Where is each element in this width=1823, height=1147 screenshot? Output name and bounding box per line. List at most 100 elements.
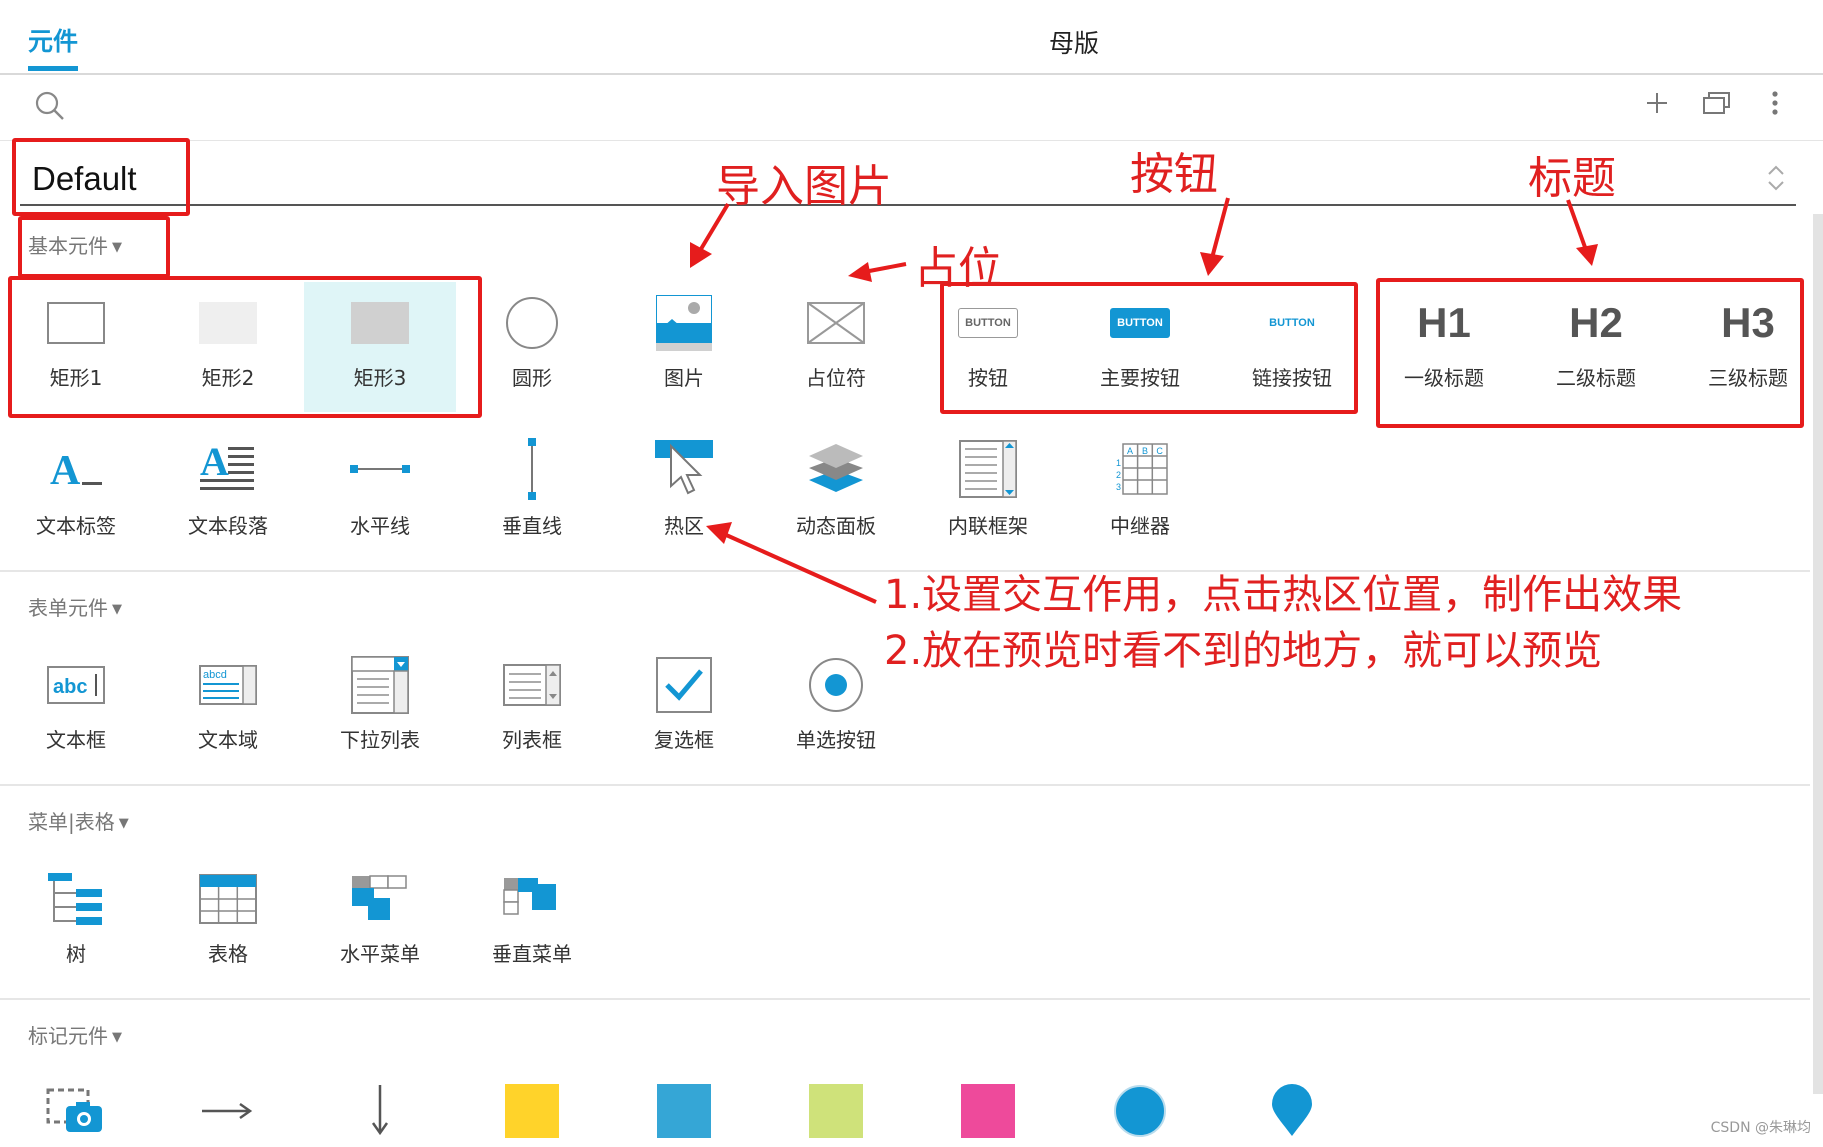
snapshot-icon [0,1076,152,1146]
widget-tree[interactable]: 树 [0,858,152,988]
widget-text-paragraph[interactable]: A 文本段落 [152,430,304,560]
tab-active-indicator [28,66,78,71]
widget-horizontal-menu[interactable]: 水平菜单 [304,858,456,988]
annotation-placeholder: 占位 [914,243,1002,294]
widget-placeholder[interactable]: 占位符 [760,282,912,412]
section-menu-table-widgets[interactable]: 菜单|表格 ▼ [28,806,129,835]
tab-masters[interactable]: 母版 [1049,24,1099,60]
widget-label: 下拉列表 [340,728,420,752]
text-label-icon: A [0,434,152,504]
widget-sticky-blue[interactable] [608,1070,760,1140]
annotation-button: 按钮 [1130,149,1218,200]
widget-sticky-green[interactable] [760,1070,912,1140]
annotation-box-buttons [940,282,1358,414]
arrow-right-icon [152,1076,304,1146]
section-divider [0,784,1810,786]
add-icon[interactable] [1644,90,1670,120]
annotation-box-rectangles [8,276,482,418]
widget-dropdown[interactable]: 下拉列表 [304,644,456,774]
widget-label: 占位符 [806,366,866,390]
widget-vertical-menu[interactable]: 垂直菜单 [456,858,608,988]
widget-dynamic-panel[interactable]: 动态面板 [760,430,912,560]
horizontal-line-icon [304,434,456,504]
sticky-note-icon [912,1076,1064,1146]
widget-connector-vertical[interactable] [304,1070,456,1140]
placeholder-icon [760,288,912,358]
layers-icon [760,434,912,504]
text-field-icon-text: abc [53,676,87,698]
chevron-up-down-icon[interactable] [1766,162,1786,198]
more-options-icon[interactable] [1770,90,1780,120]
widget-list-box[interactable]: 列表框 [456,644,608,774]
tab-widgets[interactable]: 元件 [28,22,78,58]
widget-label: 文本段落 [188,514,268,538]
annotation-import-image: 导入图片 [716,161,892,212]
annotation-box-library [12,138,190,216]
widget-label: 复选框 [654,728,714,752]
inline-frame-icon [912,434,1064,504]
text-area-icon-text: abcd [203,669,227,681]
widget-marker-pin[interactable] [1216,1070,1368,1140]
section-label: 标记元件 [28,1024,108,1048]
widget-connector-horizontal[interactable] [152,1070,304,1140]
widget-label: 内联框架 [948,514,1028,538]
widget-hotspot[interactable]: 热区 [608,430,760,560]
search-icon[interactable] [34,90,66,126]
checkbox-icon [608,650,760,720]
caret-down-icon: ▼ [112,602,122,617]
svg-text:A: A [1127,446,1133,456]
widget-label: 动态面板 [796,514,876,538]
sticky-note-icon [760,1076,912,1146]
image-icon [608,288,760,358]
watermark: CSDN @朱琳均 [1710,1120,1811,1136]
arrow-placeholder [863,262,907,274]
annotation-box-headings [1376,278,1804,428]
table-icon [152,864,304,934]
widget-vertical-line[interactable]: 垂直线 [456,430,608,560]
arrowhead [848,262,872,282]
annotation-heading: 标题 [1528,153,1616,204]
annotation-note-2: 2.放在预览时看不到的地方，就可以预览 [884,628,1603,674]
sticky-blue-swatch [657,1084,711,1138]
widget-label: 中继器 [1110,514,1170,538]
widget-label: 文本域 [198,728,258,752]
widget-label: 水平菜单 [340,942,420,966]
widget-sticky-yellow[interactable] [456,1070,608,1140]
section-label: 菜单|表格 [28,810,115,834]
caret-down-icon: ▼ [112,1030,122,1045]
widget-toolbar [0,74,1823,141]
annotation-box-basic-section [18,216,170,278]
svg-text:C: C [1156,446,1163,456]
circle-marker-icon [1064,1076,1216,1146]
widget-sticky-pink[interactable] [912,1070,1064,1140]
sticky-yellow-swatch [505,1084,559,1138]
section-divider [0,998,1810,1000]
widget-table[interactable]: 表格 [152,858,304,988]
sticky-green-swatch [809,1084,863,1138]
widget-repeater[interactable]: ABC 1 2 3 中继器 [1064,430,1216,560]
widget-label: 热区 [664,514,704,538]
svg-text:B: B [1142,446,1148,456]
widget-label: 水平线 [350,514,410,538]
library-manage-icon[interactable] [1702,90,1732,120]
section-form-widgets[interactable]: 表单元件 ▼ [28,592,122,621]
widget-text-field[interactable]: abc 文本框 [0,644,152,774]
section-markup-widgets[interactable]: 标记元件 ▼ [28,1020,122,1049]
widget-text-area[interactable]: abcd 文本域 [152,644,304,774]
widget-label: 文本标签 [36,514,116,538]
arrow-button [1210,197,1230,259]
caret-down-icon: ▼ [118,816,129,831]
arrow-heading [1566,199,1588,251]
widget-text-label[interactable]: A 文本标签 [0,430,152,560]
svg-text:2: 2 [1116,470,1121,480]
widget-snapshot[interactable] [0,1070,152,1140]
widget-label: 文本框 [46,728,106,752]
widget-image[interactable]: 图片 [608,282,760,412]
widget-checkbox[interactable]: 复选框 [608,644,760,774]
widget-horizontal-line[interactable]: 水平线 [304,430,456,560]
widget-inline-frame[interactable]: 内联框架 [912,430,1064,560]
text-field-icon: abc [0,650,152,720]
list-box-icon [456,650,608,720]
widget-marker-circle[interactable] [1064,1070,1216,1140]
panel-tabs: 元件 母版 [0,0,1823,75]
